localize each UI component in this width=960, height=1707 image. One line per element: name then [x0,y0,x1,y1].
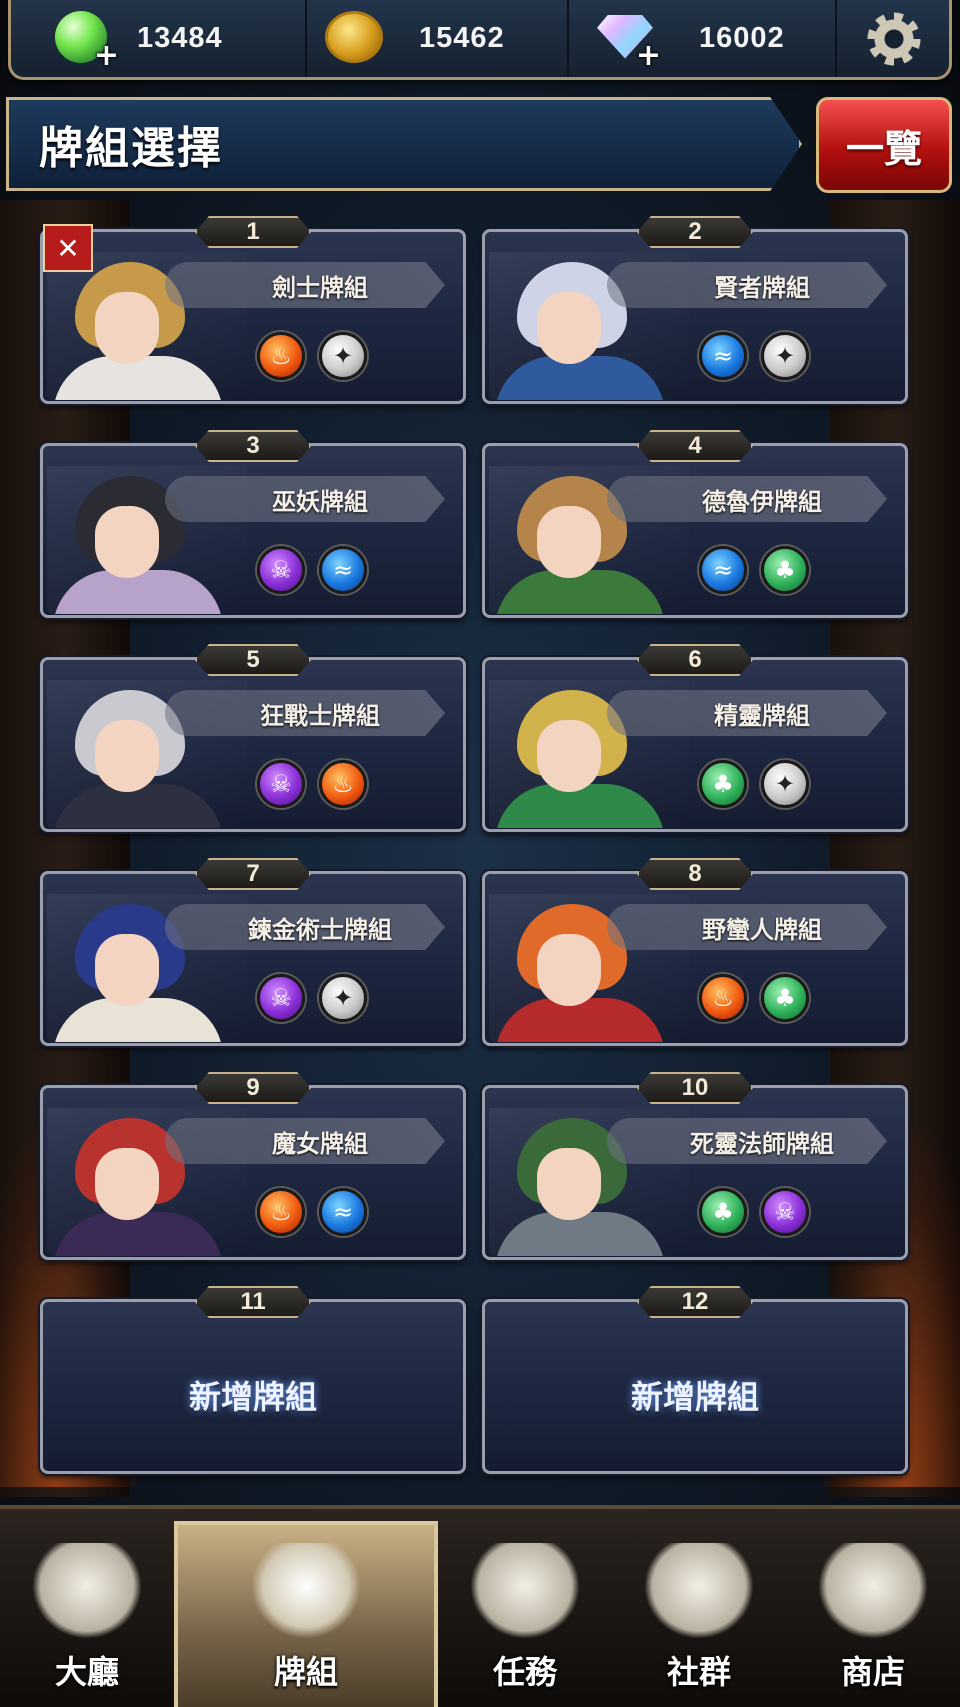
water-element-icon: ≈ [319,1188,367,1236]
resource-bar: + 13484 15462 + 16002 [8,0,952,80]
deck-number-tab: 6 [637,644,753,676]
deck-card[interactable]: 5 狂戰士牌組 ☠ ♨ [40,644,466,832]
stamina-value: 13484 [137,22,223,54]
neutral-element-icon: ✦ [761,760,809,808]
nav-lobby[interactable]: 大廳 [0,1509,174,1707]
dark-element-icon: ☠ [257,760,305,808]
neutral-element-icon: ✦ [319,332,367,380]
deck-number-tab: 8 [637,858,753,890]
title-banner: 牌組選擇 [6,97,802,191]
deck-name: 賢者牌組 [607,262,887,308]
deck-card[interactable]: 6 精靈牌組 ♣ ✦ [482,644,908,832]
deck-name: 野蠻人牌組 [607,904,887,950]
gold-resource: 15462 [307,0,569,77]
water-element-icon: ≈ [699,332,747,380]
deck-name: 劍士牌組 [165,262,445,308]
deck-list-button[interactable]: 一覽 [816,97,952,193]
deck-number-tab: 9 [195,1072,311,1104]
deck-number-tab: 1 [195,216,311,248]
deck-number-tab: 5 [195,644,311,676]
crossed-swords-badge-icon: ✕ [43,224,93,272]
deck-select-screen: + 13484 15462 + 16002 牌組選擇 一覽 1 劍士牌組 ♨ ✦ ✕ 2 賢… [0,0,960,1707]
gold-coin-icon [325,10,383,67]
fire-element-icon: ♨ [319,760,367,808]
nature-element-icon: ♣ [699,1188,747,1236]
scroll-icon [470,1543,580,1639]
deck-card[interactable]: 1 劍士牌組 ♨ ✦ ✕ [40,216,466,404]
gem-resource[interactable]: + 16002 [569,0,837,77]
deck-name: 狂戰士牌組 [165,690,445,736]
deck-name: 鍊金術士牌組 [165,904,445,950]
dark-element-icon: ☠ [257,974,305,1022]
nature-element-icon: ♣ [761,974,809,1022]
add-deck-label: 新增牌組 [188,1377,317,1416]
water-element-icon: ≈ [699,546,747,594]
deck-card[interactable]: 7 鍊金術士牌組 ☠ ✦ [40,858,466,1046]
fire-element-icon: ♨ [257,332,305,380]
deck-name: 德魯伊牌組 [607,476,887,522]
deck-card[interactable]: 10 死靈法師牌組 ♣ ☠ [482,1072,908,1260]
bottom-navigation: 大廳 牌組 任務 社群 商店 [0,1505,960,1707]
deck-card[interactable]: 9 魔女牌組 ♨ ≈ [40,1072,466,1260]
deck-number-tab: 12 [637,1286,753,1318]
deck-number-tab: 2 [637,216,753,248]
nav-social[interactable]: 社群 [612,1509,786,1707]
nav-label: 社群 [666,1653,731,1691]
gold-value: 15462 [419,22,505,54]
deck-name: 精靈牌組 [607,690,887,736]
neutral-element-icon: ✦ [319,974,367,1022]
new-deck-slot[interactable]: 12 新增牌組 [482,1286,908,1474]
dark-element-icon: ☠ [257,546,305,594]
deck-number-tab: 11 [195,1286,311,1318]
nav-label: 牌組 [273,1653,338,1691]
water-element-icon: ≈ [319,546,367,594]
nav-label: 任務 [492,1653,557,1691]
deck-name: 魔女牌組 [165,1118,445,1164]
social-icon [644,1543,754,1639]
dark-element-icon: ☠ [761,1188,809,1236]
fire-element-icon: ♨ [699,974,747,1022]
nav-quests[interactable]: 任務 [438,1509,612,1707]
cards-icon [251,1543,361,1639]
gem-value: 16002 [699,22,785,54]
nav-decks[interactable]: 牌組 [174,1521,438,1707]
deck-number-tab: 7 [195,858,311,890]
deck-number-tab: 10 [637,1072,753,1104]
nav-label: 大廳 [54,1653,119,1691]
deck-card[interactable]: 4 德魯伊牌組 ≈ ♣ [482,430,908,618]
deck-card[interactable]: 2 賢者牌組 ≈ ✦ [482,216,908,404]
nature-element-icon: ♣ [761,546,809,594]
settings-gear-icon[interactable] [867,11,921,66]
nav-label: 商店 [840,1653,905,1691]
deck-card[interactable]: 3 巫妖牌組 ☠ ≈ [40,430,466,618]
deck-card[interactable]: 8 野蠻人牌組 ♨ ♣ [482,858,908,1046]
new-deck-slot[interactable]: 11 新增牌組 [40,1286,466,1474]
add-gems-icon[interactable]: + [636,38,661,73]
green-orb-icon: + [55,10,119,73]
add-stamina-icon[interactable]: + [94,38,119,73]
castle-icon [32,1543,142,1639]
stamina-resource[interactable]: + 13484 [11,0,307,77]
fire-element-icon: ♨ [257,1188,305,1236]
deck-name: 巫妖牌組 [165,476,445,522]
deck-name: 死靈法師牌組 [607,1118,887,1164]
page-title: 牌組選擇 [39,123,223,174]
add-deck-label: 新增牌組 [630,1377,759,1416]
nature-element-icon: ♣ [699,760,747,808]
deck-number-tab: 4 [637,430,753,462]
neutral-element-icon: ✦ [761,332,809,380]
deck-number-tab: 3 [195,430,311,462]
shop-bag-icon [818,1543,928,1639]
diamond-icon: + [597,11,661,73]
nav-shop[interactable]: 商店 [786,1509,960,1707]
